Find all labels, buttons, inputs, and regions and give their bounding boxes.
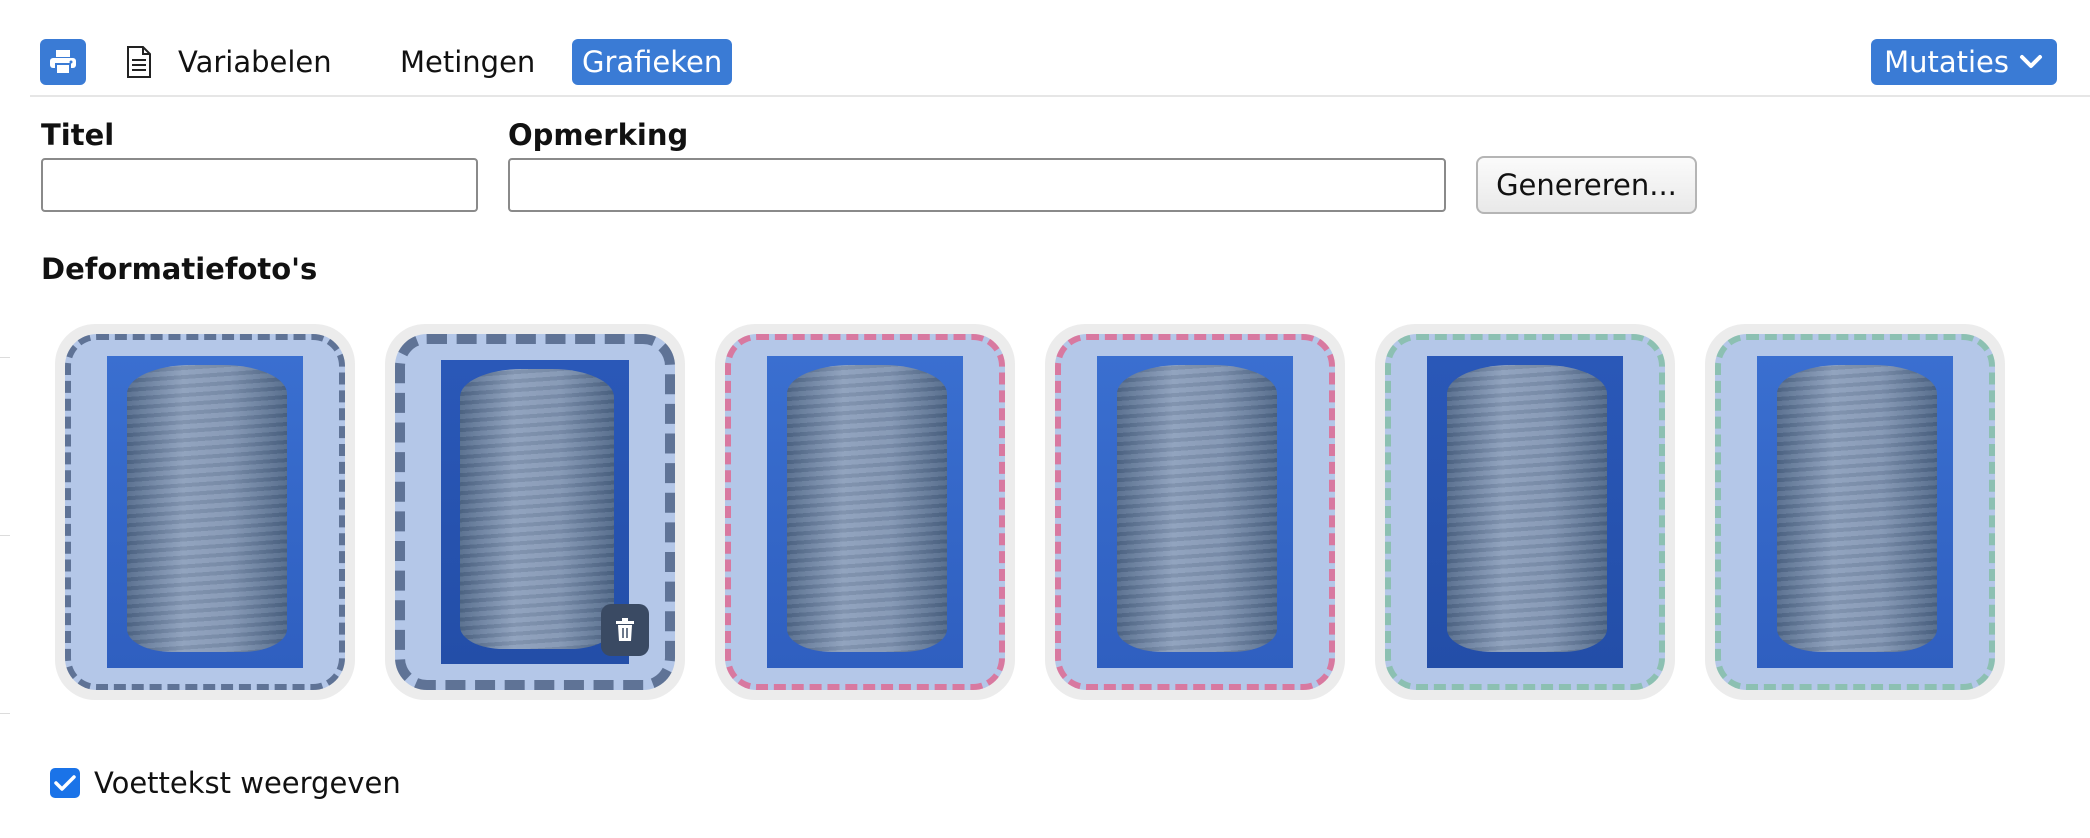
print-button[interactable] [40,39,86,85]
photo-image [767,356,963,668]
photo-image [1427,356,1623,668]
tab-metingen[interactable]: Metingen [390,39,545,85]
deformation-photo[interactable] [55,324,355,700]
photo-image [1757,356,1953,668]
checkmark-icon [54,775,76,791]
toolbar: Variabelen Metingen Grafieken Mutaties [30,32,2090,97]
delete-photo-button[interactable] [601,604,649,656]
left-edge-tick [0,357,10,358]
opmerking-input[interactable] [508,158,1446,212]
titel-label: Titel [41,118,115,152]
trash-icon [616,618,634,641]
chevron-down-icon [2020,55,2042,68]
deformation-photo[interactable] [715,324,1015,700]
left-edge-tick [0,713,10,714]
deformation-photo[interactable] [385,324,685,700]
section-title-deformatiefotos: Deformatiefoto's [41,252,318,286]
footer-checkbox-label[interactable]: Voettekst weergeven [94,766,401,800]
tab-variabelen[interactable]: Variabelen [168,39,342,85]
document-button[interactable] [122,44,156,80]
generate-button[interactable]: Genereren... [1476,156,1697,214]
photo-image [1097,356,1293,668]
deformation-photo[interactable] [1705,324,2005,700]
opmerking-label: Opmerking [508,118,689,152]
photo-image [107,356,303,668]
titel-input[interactable] [41,158,478,212]
footer-toggle-row: Voettekst weergeven [50,766,401,800]
left-edge-tick [0,535,10,536]
print-icon [50,50,76,75]
deformation-photo[interactable] [1375,324,1675,700]
footer-checkbox[interactable] [50,768,80,798]
tab-grafieken[interactable]: Grafieken [572,39,733,85]
deformation-photo[interactable] [1045,324,1345,700]
document-icon [127,46,151,78]
mutaties-dropdown[interactable]: Mutaties [1871,39,2057,85]
mutaties-label: Mutaties [1884,45,2009,79]
